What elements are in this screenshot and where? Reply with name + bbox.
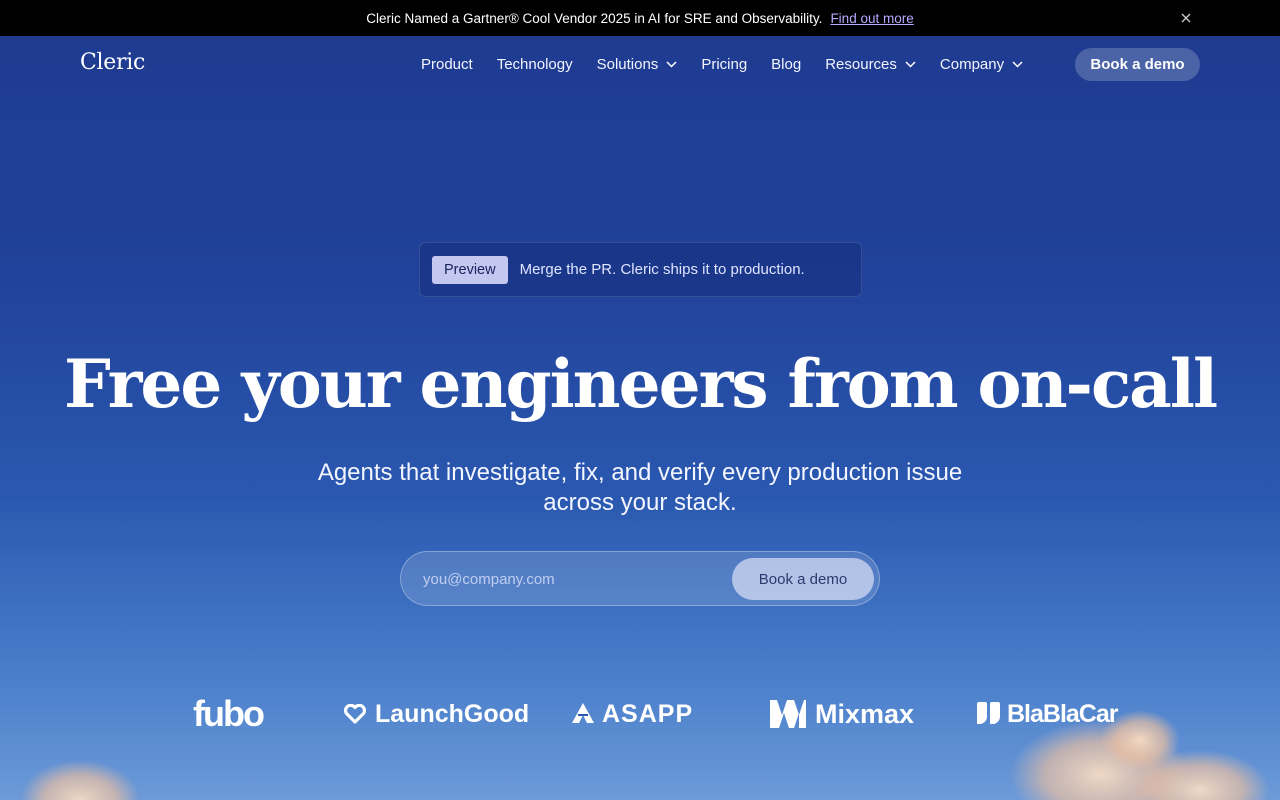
announcement-bar: Cleric Named a Gartner® Cool Vendor 2025… [0,0,1280,36]
asapp-mark-icon [572,703,594,723]
preview-announcement[interactable]: Preview Merge the PR. Cleric ships it to… [419,242,862,297]
logo-blablacar-text: BlaBlaCar [1007,699,1118,728]
mixmax-mark-icon [770,700,806,728]
announcement-link[interactable]: Find out more [830,11,913,26]
nav-label: Company [939,55,1005,73]
blablacar-quote-icon [977,702,1000,724]
nav-blog[interactable]: Blog [759,56,813,73]
nav-resources[interactable]: Resources [813,56,928,73]
preview-badge: Preview [432,255,508,284]
nav-label: Resources [825,55,897,73]
preview-text: Merge the PR. Cleric ships it to product… [519,261,805,278]
logo-asapp-text: ASAPP [602,699,694,728]
nav-label: Solutions [596,55,659,73]
logo-launchgood: LaunchGood [344,692,529,736]
hero-subheadline: Agents that investigate, fix, and verify… [317,459,963,516]
nav-label: Product [421,55,473,73]
brand-logo[interactable]: Cleric [80,50,145,75]
email-field[interactable] [423,566,723,592]
close-icon[interactable] [1178,10,1194,26]
main-nav: Product Technology Solutions Pricing Blo… [409,48,1035,80]
hero-headline: Free your engineers from on-call [63,345,1218,423]
book-demo-nav-button[interactable]: Book a demo [1075,48,1200,81]
chevron-down-icon [905,60,916,68]
nav-company[interactable]: Company [928,56,1035,73]
logo-asapp: ASAPP [570,692,693,736]
nav-label: Pricing [701,55,748,73]
announcement-text: Cleric Named a Gartner® Cool Vendor 2025… [366,10,823,26]
nav-product[interactable]: Product [409,56,485,73]
logo-blablacar: BlaBlaCar [975,692,1118,736]
logo-mixmax-text: Mixmax [815,698,915,729]
logo-launchgood-text: LaunchGood [375,699,530,728]
nav-label: Blog [771,55,802,73]
logo-mixmax: Mixmax [769,692,914,736]
chevron-down-icon [666,60,677,68]
book-demo-button[interactable]: Book a demo [732,558,874,600]
nav-technology[interactable]: Technology [485,56,585,73]
nav-solutions[interactable]: Solutions [585,56,690,73]
nav-pricing[interactable]: Pricing [689,56,759,73]
chevron-down-icon [1012,60,1023,68]
logo-fubo: fubo [193,693,265,734]
launchgood-heart-icon [344,704,366,724]
nav-label: Technology [496,55,573,73]
customer-logos: fubo LaunchGood ASAPP Mixmax BlaBlaCar [0,692,1280,740]
demo-signup-form: Book a demo [400,551,880,606]
